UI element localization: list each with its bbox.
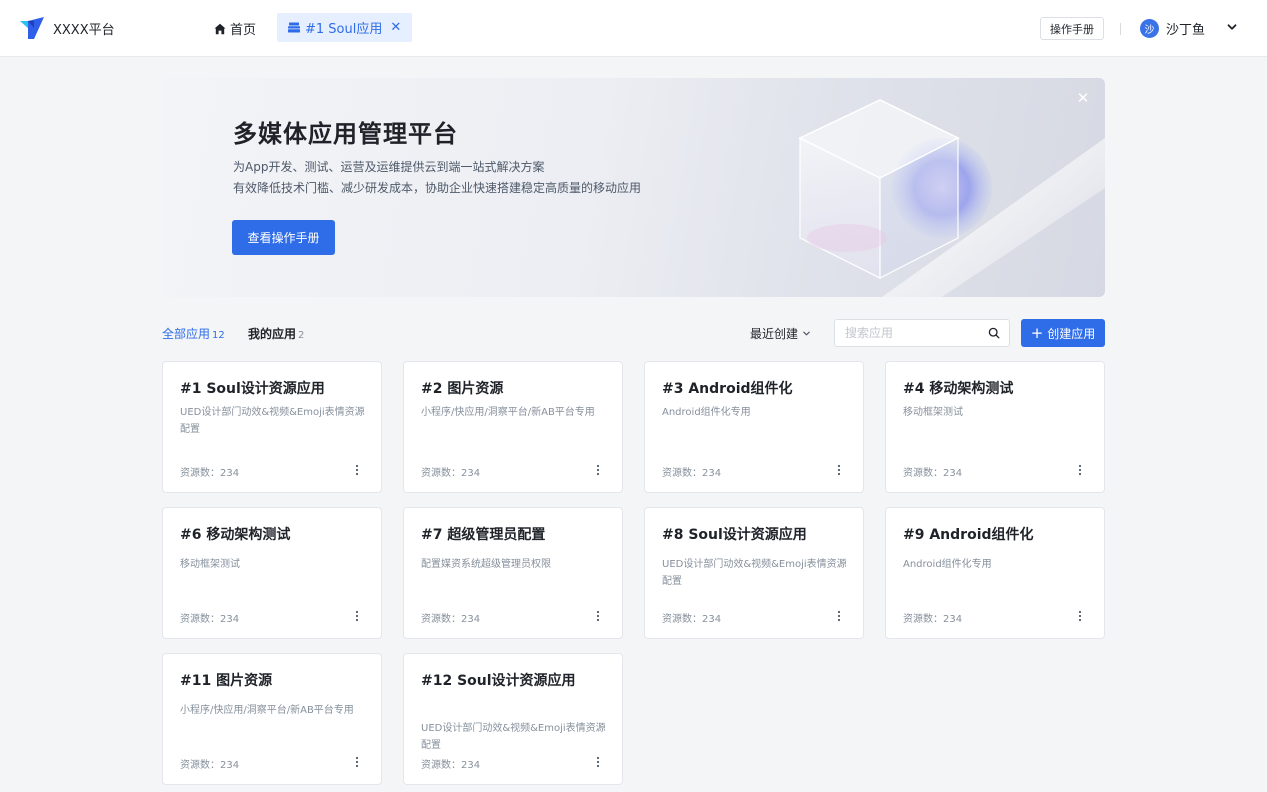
brand-name[interactable]: XXXX平台 <box>53 19 115 38</box>
banner-subtitle-1: 为App开发、测试、运营及运维提供云到端一站式解决方案 <box>233 160 545 174</box>
search-icon[interactable] <box>988 327 1000 339</box>
app-card[interactable]: #1 Soul设计资源应用 UED设计部门动效&视频&Emoji表情资源配置资源数… <box>162 361 382 493</box>
app-card-resource-count: 资源数：234 <box>662 468 722 479</box>
home-icon <box>214 23 226 34</box>
app-card-title[interactable]: #6 移动架构测试 <box>180 526 366 544</box>
sort-dropdown[interactable]: 最近创建 <box>750 325 811 342</box>
app-card-resource-count: 资源数：234 <box>421 614 481 625</box>
more-vertical-icon[interactable] <box>351 609 363 623</box>
app-card[interactable]: #6 移动架构测试移动框架测试 资源数：234 <box>162 507 382 639</box>
app-card-resource-count: 资源数：234 <box>180 614 240 625</box>
app-card-resource-count: 资源数：234 <box>421 468 481 479</box>
banner-title: 多媒体应用管理平台 <box>233 120 458 148</box>
app-card[interactable]: #11 图片资源小程序/快应用/洞察平台/新AB平台专用 资源数：234 <box>162 653 382 785</box>
app-card-resource-count: 资源数：234 <box>180 468 240 479</box>
more-vertical-icon[interactable] <box>592 755 604 769</box>
more-vertical-icon[interactable] <box>351 755 363 769</box>
chevron-down-icon[interactable] <box>1226 21 1238 33</box>
plus-icon: + <box>1030 324 1044 342</box>
nav-home-label: 首页 <box>230 23 257 38</box>
app-card-title[interactable]: #4 移动架构测试 <box>903 380 1089 398</box>
app-card[interactable]: #7 超级管理员配置配置媒资系统超级管理员权限 资源数：234 <box>403 507 623 639</box>
more-vertical-icon[interactable] <box>1074 609 1086 623</box>
brand-logo-icon[interactable] <box>20 17 44 39</box>
app-card-title[interactable]: #11 图片资源 <box>180 672 366 690</box>
glass-cube-illustration <box>798 99 1105 297</box>
filter-all-count: 12 <box>212 330 225 341</box>
username[interactable]: 沙丁鱼 <box>1166 19 1205 38</box>
app-card-resource-count: 资源数：234 <box>421 760 481 771</box>
app-card-description: UED设计部门动效&视频&Emoji表情资源配置 <box>421 723 606 751</box>
app-card-resource-count: 资源数：234 <box>903 614 963 625</box>
more-vertical-icon[interactable] <box>592 463 604 477</box>
app-card-description: UED设计部门动效&视频&Emoji表情资源配置 <box>662 559 847 587</box>
manual-button[interactable]: 操作手册 <box>1040 17 1104 40</box>
more-vertical-icon[interactable] <box>592 609 604 623</box>
app-card-description: Android组件化专用 <box>662 407 751 418</box>
create-app-label: 创建应用 <box>1047 326 1096 341</box>
filter-all-label: 全部应用 <box>162 327 211 341</box>
app-card[interactable]: #2 图片资源小程序/快应用/洞察平台/新AB平台专用 资源数：234 <box>403 361 623 493</box>
tab-label: #1 Soul应用 <box>305 22 383 37</box>
app-card-description: UED设计部门动效&视频&Emoji表情资源配置 <box>180 407 365 435</box>
promo-banner: 多媒体应用管理平台 为App开发、测试、运营及运维提供云到端一站式解决方案 有效… <box>162 78 1105 297</box>
app-card-resource-count: 资源数：234 <box>180 760 240 771</box>
app-card-description: 小程序/快应用/洞察平台/新AB平台专用 <box>421 407 595 418</box>
more-vertical-icon[interactable] <box>833 609 845 623</box>
more-vertical-icon[interactable] <box>833 463 845 477</box>
search-input[interactable] <box>845 324 980 342</box>
filter-mine-count: 2 <box>298 330 305 341</box>
create-app-button[interactable]: + 创建应用 <box>1021 319 1105 347</box>
app-card-title[interactable]: #1 Soul设计资源应用 <box>180 380 366 398</box>
header-divider <box>1120 23 1121 35</box>
app-card-description: 小程序/快应用/洞察平台/新AB平台专用 <box>180 705 354 716</box>
app-card[interactable]: #8 Soul设计资源应用 UED设计部门动效&视频&Emoji表情资源配置资源数… <box>644 507 864 639</box>
app-card-title[interactable]: #7 超级管理员配置 <box>421 526 607 544</box>
app-stack-icon <box>288 22 300 33</box>
app-card-title[interactable]: #8 Soul设计资源应用 <box>662 526 848 544</box>
filter-my-apps[interactable]: 我的应用 2 <box>248 325 304 342</box>
nav-home[interactable]: 首页 <box>214 19 256 38</box>
app-card-title[interactable]: #12 Soul设计资源应用 <box>421 672 607 690</box>
app-card-description: Android组件化专用 <box>903 559 992 570</box>
more-vertical-icon[interactable] <box>1074 463 1086 477</box>
tab-soul-app[interactable]: #1 Soul应用 ✕ <box>277 13 413 42</box>
filter-mine-label: 我的应用 <box>248 327 297 341</box>
app-card-title[interactable]: #9 Android组件化 <box>903 526 1089 544</box>
app-card-description: 移动框架测试 <box>180 559 240 570</box>
avatar[interactable]: 沙 <box>1140 19 1159 38</box>
close-icon[interactable]: ✕ <box>390 20 401 35</box>
app-card-description: 配置媒资系统超级管理员权限 <box>421 559 551 570</box>
app-card-title[interactable]: #2 图片资源 <box>421 380 607 398</box>
chevron-down-icon <box>803 331 810 336</box>
app-card-title[interactable]: #3 Android组件化 <box>662 380 848 398</box>
close-icon[interactable]: ✕ <box>1075 90 1091 106</box>
more-vertical-icon[interactable] <box>351 463 363 477</box>
app-card-resource-count: 资源数：234 <box>903 468 963 479</box>
app-card[interactable]: #3 Android组件化 Android组件化专用 资源数：234 <box>644 361 864 493</box>
banner-subtitle-2: 有效降低技术门槛、减少研发成本，协助企业快速搭建稳定高质量的移动应用 <box>233 181 642 195</box>
app-card[interactable]: #4 移动架构测试移动框架测试 资源数：234 <box>885 361 1105 493</box>
app-card[interactable]: #9 Android组件化 Android组件化专用 资源数：234 <box>885 507 1105 639</box>
view-manual-button[interactable]: 查看操作手册 <box>232 220 335 255</box>
search-box[interactable] <box>834 319 1010 347</box>
app-card-description: 移动框架测试 <box>903 407 963 418</box>
app-card-resource-count: 资源数：234 <box>662 614 722 625</box>
top-header: XXXX平台 首页 #1 Soul应用 ✕ 操作手册 沙 沙丁鱼 <box>0 0 1267 57</box>
app-card[interactable]: #12 Soul设计资源应用 UED设计部门动效&视频&Emoji表情资源配置资源… <box>403 653 623 785</box>
filter-all-apps[interactable]: 全部应用 12 <box>162 325 225 342</box>
sort-label: 最近创建 <box>750 327 799 341</box>
